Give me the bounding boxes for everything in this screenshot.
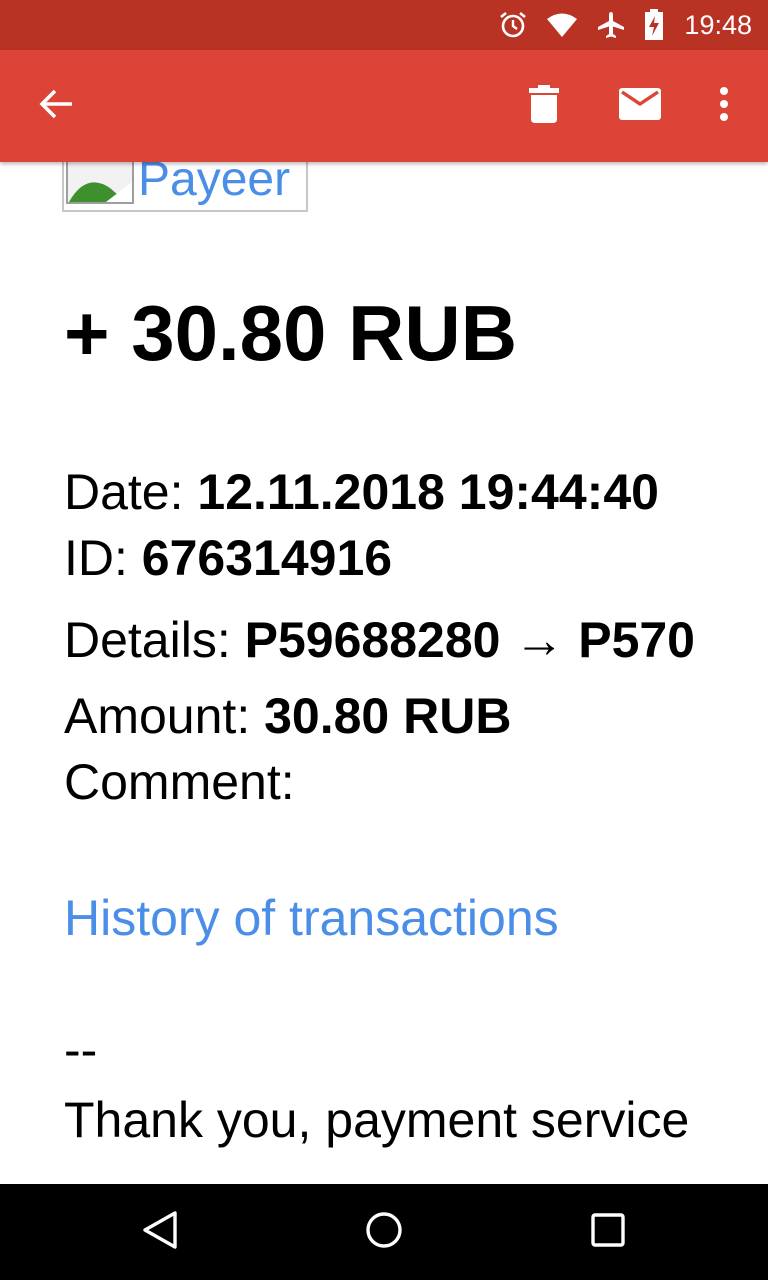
id-value: 676314916	[141, 530, 393, 586]
nav-recents-button[interactable]	[548, 1184, 668, 1280]
date-line: Date: 12.11.2018 19:44:40	[64, 462, 659, 522]
date-label: Date:	[64, 464, 198, 520]
nav-back-icon	[141, 1210, 179, 1255]
logo-alt-text: Payeer	[138, 162, 291, 206]
back-button[interactable]	[18, 50, 94, 162]
details-line: Details: P59688280 → P570	[64, 610, 695, 670]
more-vert-icon	[719, 86, 729, 126]
details-value: P59688280 → P570	[244, 612, 695, 668]
amount-heading: + 30.80 RUB	[64, 289, 518, 377]
details-label: Details:	[64, 612, 245, 668]
mail-button[interactable]	[600, 50, 680, 162]
signature-text: Thank you, payment service	[64, 1092, 690, 1148]
history-of-transactions-link[interactable]: History of transactions	[64, 888, 559, 948]
alarm-icon	[498, 10, 528, 40]
nav-recents-icon	[591, 1212, 625, 1252]
arrow-back-icon	[38, 86, 74, 127]
status-bar: 19:48	[0, 0, 768, 50]
nav-home-icon	[365, 1211, 403, 1254]
broken-image-icon	[66, 162, 134, 204]
payeer-logo-link[interactable]: Payeer	[62, 162, 308, 212]
comment-line: Comment:	[64, 752, 295, 812]
status-time: 19:48	[684, 9, 752, 40]
date-value: 12.11.2018 19:44:40	[197, 464, 659, 520]
wifi-icon	[546, 12, 578, 38]
airplane-icon	[596, 10, 626, 40]
trash-icon	[529, 84, 559, 128]
mail-icon	[619, 87, 661, 125]
amount-line: Amount: 30.80 RUB	[64, 686, 511, 746]
id-line: ID: 676314916	[64, 528, 392, 588]
comment-label: Comment:	[64, 754, 295, 810]
email-body: Payeer + 30.80 RUB Date: 12.11.2018 19:4…	[0, 162, 768, 1184]
nav-back-button[interactable]	[100, 1184, 220, 1280]
delete-button[interactable]	[508, 50, 580, 162]
amount-value: 30.80 RUB	[264, 688, 512, 744]
id-label: ID:	[64, 530, 142, 586]
signature-separator: --	[64, 1022, 98, 1078]
nav-home-button[interactable]	[324, 1184, 444, 1280]
more-options-button[interactable]	[696, 50, 752, 162]
system-nav-bar	[0, 1184, 768, 1280]
battery-charging-icon	[644, 9, 664, 41]
app-toolbar	[0, 50, 768, 162]
amount-label: Amount:	[64, 688, 265, 744]
status-icons: 19:48	[498, 9, 768, 41]
